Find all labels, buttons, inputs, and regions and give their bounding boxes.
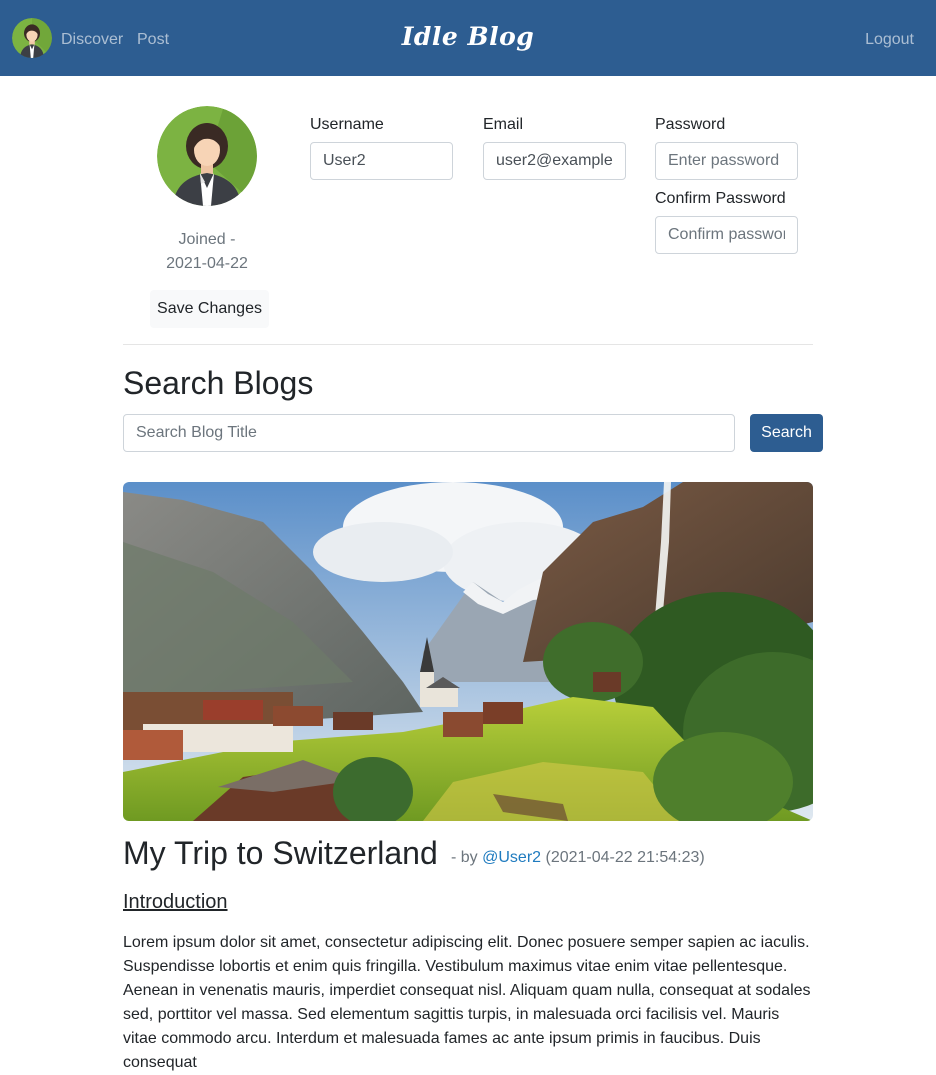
search-input[interactable] [123, 414, 735, 452]
username-label: Username [310, 116, 384, 133]
search-section: Search Blogs Search [0, 344, 936, 464]
password-label: Password [655, 116, 726, 133]
joined-label: Joined - [178, 231, 236, 248]
blog-meta: - by @User2 (2021-04-22 21:54:23) [451, 848, 705, 868]
navbar: Discover Post Idle Blog Logout [0, 0, 936, 76]
username-field[interactable] [310, 142, 453, 180]
nav-logout[interactable]: Logout [865, 30, 914, 50]
blog-body: Lorem ipsum dolor sit amet, consectetur … [123, 934, 811, 1071]
joined-date: 2021-04-22 [166, 255, 248, 272]
blog-timestamp: (2021-04-22 21:54:23) [545, 849, 705, 866]
blog-title: My Trip to Switzerland [123, 835, 438, 871]
by-label: - by [451, 849, 478, 866]
section-heading: Introduction [123, 891, 228, 913]
profile-section: Joined - 2021-04-22 Save Changes Usernam… [0, 76, 936, 345]
search-title: Search Blogs [123, 365, 314, 401]
brand-logo[interactable]: Idle Blog [0, 22, 936, 51]
email-label: Email [483, 116, 524, 133]
email-field[interactable] [483, 142, 626, 180]
password-field[interactable] [655, 142, 798, 180]
author-link[interactable]: @User2 [482, 849, 541, 866]
search-button[interactable]: Search [750, 414, 823, 452]
blog-cover-image [123, 482, 813, 821]
confirm-password-label: Confirm Password [655, 190, 786, 207]
profile-avatar [157, 106, 257, 206]
save-changes-button[interactable]: Save Changes [150, 290, 269, 328]
confirm-password-field[interactable] [655, 216, 798, 254]
